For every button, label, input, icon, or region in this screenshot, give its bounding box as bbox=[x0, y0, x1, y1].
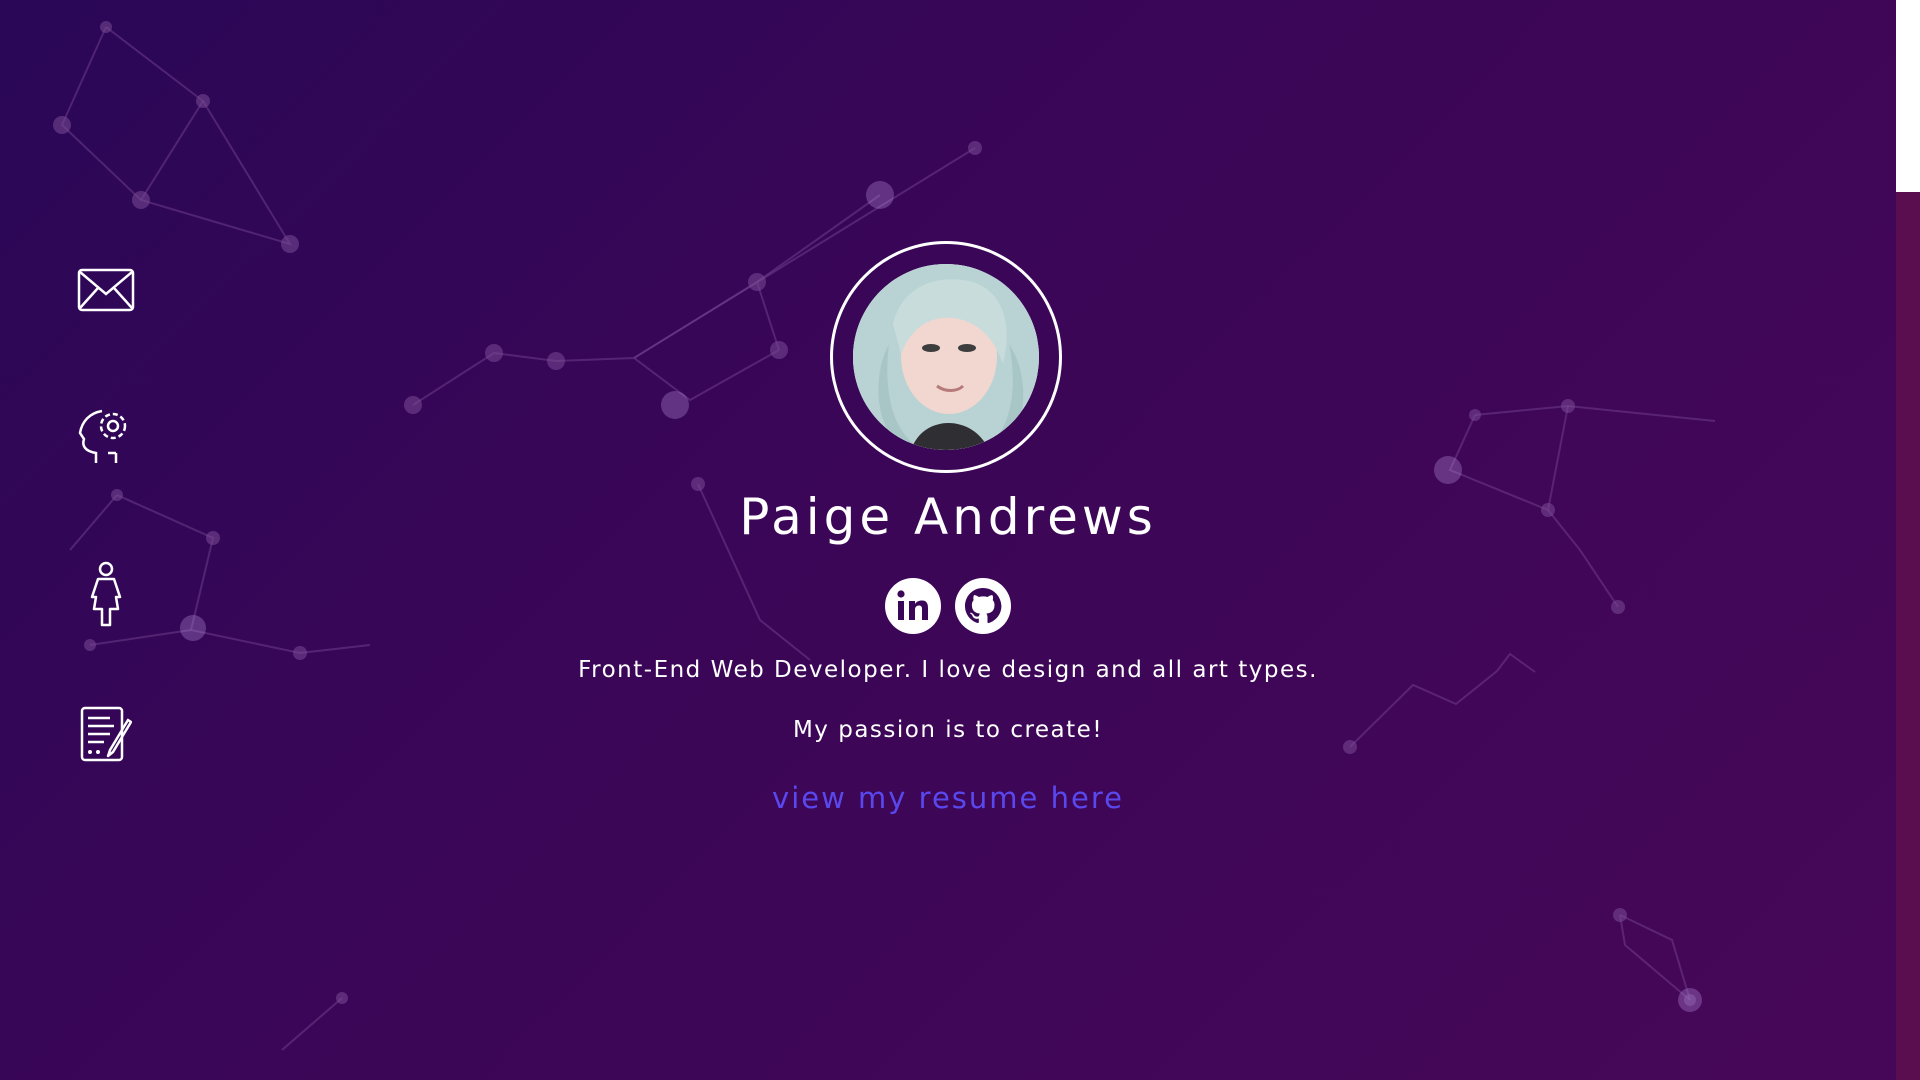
resume-link[interactable]: view my resume here bbox=[0, 781, 1896, 815]
github-button[interactable] bbox=[955, 578, 1011, 634]
profile-passion: My passion is to create! bbox=[792, 717, 1104, 743]
linkedin-button[interactable] bbox=[885, 578, 941, 634]
github-icon bbox=[965, 588, 1002, 624]
profile-section: Paige Andrews Front-End Web Developer. I… bbox=[0, 0, 1896, 1080]
scrollbar-thumb[interactable] bbox=[1896, 0, 1920, 192]
social-links bbox=[0, 578, 1896, 634]
avatar-photo-icon bbox=[853, 264, 1039, 450]
profile-name: Paige Andrews bbox=[739, 488, 1157, 546]
avatar-ring bbox=[830, 241, 1062, 473]
profile-tagline: Front-End Web Developer. I love design a… bbox=[578, 657, 1318, 683]
avatar bbox=[853, 264, 1039, 450]
linkedin-icon bbox=[897, 590, 928, 620]
page-scrollbar[interactable] bbox=[1896, 0, 1920, 1080]
